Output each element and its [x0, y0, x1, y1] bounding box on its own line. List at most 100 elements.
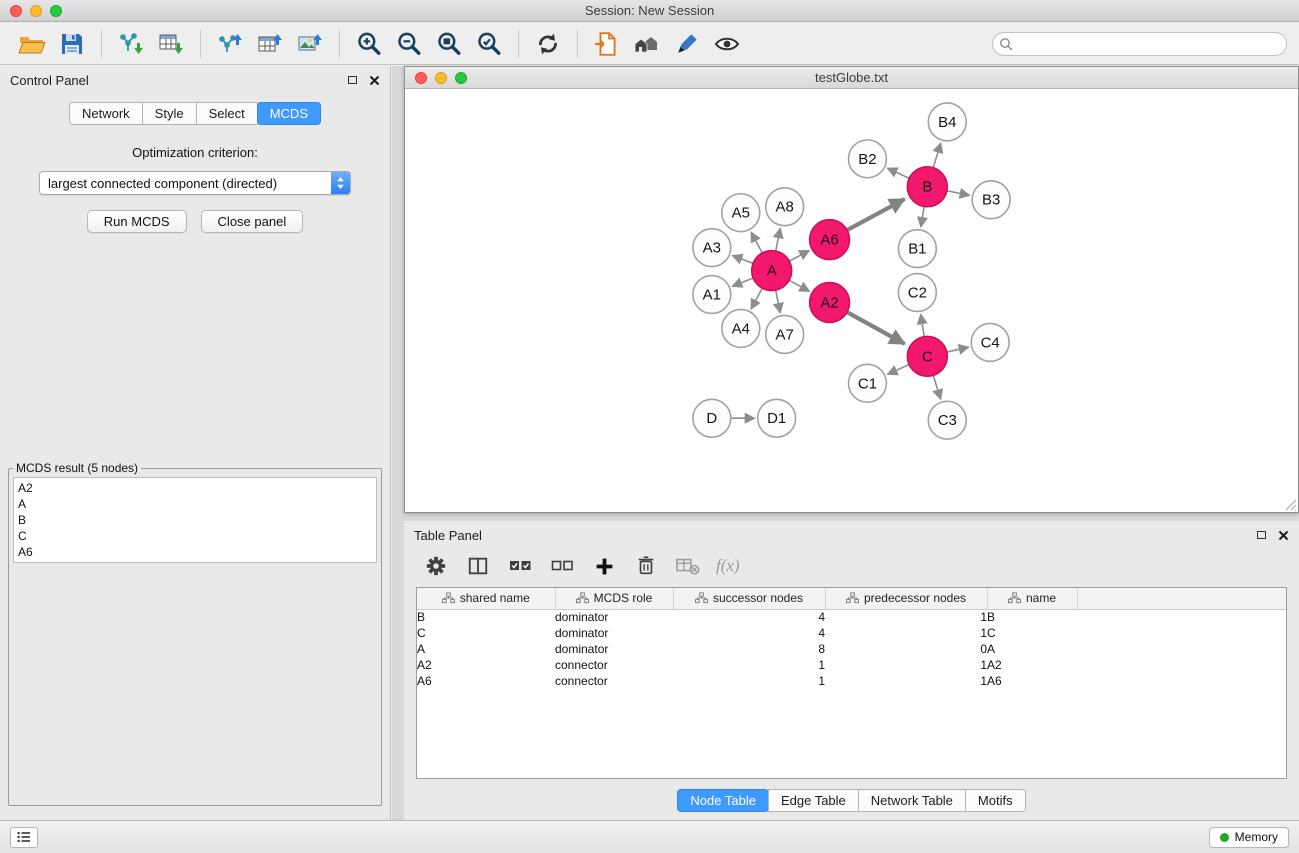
float-table-panel-icon[interactable] — [1257, 531, 1266, 539]
run-mcds-button[interactable]: Run MCDS — [87, 210, 187, 233]
resize-grip[interactable] — [1283, 497, 1297, 511]
graph-edge-C-C4[interactable] — [947, 347, 969, 352]
select-all-columns-button[interactable] — [506, 552, 534, 580]
graph-node-C4[interactable]: C4 — [971, 323, 1009, 361]
table-cell[interactable]: A2 — [987, 657, 1077, 673]
graph-edge-C-C3[interactable] — [933, 375, 940, 399]
column-header[interactable]: MCDS role — [555, 588, 673, 609]
column-header[interactable]: name — [987, 588, 1077, 609]
column-header[interactable]: predecessor nodes — [825, 588, 987, 609]
import-table-button[interactable] — [151, 26, 191, 62]
graph-node-A4[interactable]: A4 — [722, 309, 760, 347]
table-cell[interactable]: A — [417, 641, 555, 657]
graph-edge-C-C2[interactable] — [921, 314, 925, 336]
graph-node-A8[interactable]: A8 — [766, 188, 804, 226]
graph-edge-A6-B[interactable] — [847, 199, 904, 230]
table-cell[interactable]: dominator — [555, 641, 673, 657]
table-cell[interactable]: 1 — [673, 673, 825, 689]
graph-edge-B-B2[interactable] — [887, 168, 909, 178]
network-canvas[interactable]: B4B2BB3A8A5A6B1A3AC2A1A2A4A7C4CC1C3DD1 — [405, 89, 1298, 512]
table-cell[interactable]: B — [417, 609, 555, 625]
column-header[interactable]: shared name — [417, 588, 555, 609]
graph-edge-C-C1[interactable] — [887, 365, 909, 375]
result-item[interactable]: C — [18, 528, 372, 544]
show-columns-button[interactable] — [464, 552, 492, 580]
zoom-out-button[interactable] — [389, 26, 429, 62]
criterion-dropdown[interactable]: largest connected component (directed) — [39, 171, 351, 195]
network-window-titlebar[interactable]: testGlobe.txt — [405, 67, 1298, 89]
table-cell[interactable]: A — [987, 641, 1077, 657]
table-settings-button[interactable] — [422, 552, 450, 580]
table-cell[interactable]: dominator — [555, 609, 673, 625]
tab-select[interactable]: Select — [196, 102, 258, 125]
graph-node-A2[interactable]: A2 — [810, 283, 850, 323]
show-panels-button[interactable] — [10, 827, 38, 848]
graph-edge-A-A8[interactable] — [776, 228, 781, 251]
node-table[interactable]: shared nameMCDS rolesuccessor nodesprede… — [416, 587, 1287, 779]
deselect-all-columns-button[interactable] — [548, 552, 576, 580]
memory-button[interactable]: Memory — [1209, 827, 1289, 848]
graph-node-B1[interactable]: B1 — [898, 230, 936, 268]
result-item[interactable]: A6 — [18, 544, 372, 560]
table-cell[interactable]: 4 — [673, 625, 825, 641]
table-row[interactable]: Cdominator41C — [417, 625, 1286, 641]
tab-network[interactable]: Network — [69, 102, 143, 125]
graph-edge-A-A7[interactable] — [776, 290, 781, 313]
float-panel-icon[interactable] — [348, 76, 357, 84]
table-cell[interactable]: connector — [555, 673, 673, 689]
graph-node-D1[interactable]: D1 — [758, 399, 796, 437]
graph-node-B2[interactable]: B2 — [849, 140, 887, 178]
table-cell[interactable]: 4 — [673, 609, 825, 625]
table-row[interactable]: Bdominator41B — [417, 609, 1286, 625]
graph-node-A3[interactable]: A3 — [693, 229, 731, 267]
mcds-result-list[interactable]: A2ABCA6 — [13, 477, 377, 563]
table-cell[interactable]: dominator — [555, 625, 673, 641]
table-cell[interactable]: 1 — [825, 609, 987, 625]
table-cell[interactable]: 1 — [673, 657, 825, 673]
table-cell[interactable]: 0 — [825, 641, 987, 657]
table-cell[interactable]: A6 — [417, 673, 555, 689]
graph-edge-A-A2[interactable] — [789, 280, 809, 291]
table-cell[interactable]: 1 — [825, 657, 987, 673]
graph-node-A5[interactable]: A5 — [722, 194, 760, 232]
graph-node-C3[interactable]: C3 — [928, 401, 966, 439]
graph-node-C2[interactable]: C2 — [898, 274, 936, 312]
graph-node-A1[interactable]: A1 — [693, 276, 731, 314]
export-table-button[interactable] — [250, 26, 290, 62]
graph-node-B[interactable]: B — [907, 167, 947, 207]
eye-button[interactable] — [707, 26, 747, 62]
close-table-panel-icon[interactable] — [1278, 530, 1289, 541]
import-network-button[interactable] — [111, 26, 151, 62]
table-cell[interactable]: 8 — [673, 641, 825, 657]
graph-edge-B-B3[interactable] — [947, 191, 970, 196]
graph-edge-A-A4[interactable] — [751, 288, 762, 309]
function-builder-button[interactable]: f(x) — [716, 556, 740, 576]
zoom-fit-button[interactable] — [429, 26, 469, 62]
graph-edge-A-A5[interactable] — [751, 232, 762, 253]
search-input[interactable] — [992, 32, 1287, 56]
open-session-button[interactable] — [12, 26, 52, 62]
table-cell[interactable]: 1 — [825, 625, 987, 641]
close-panel-button[interactable]: Close panel — [201, 210, 304, 233]
graph-node-D[interactable]: D — [693, 399, 731, 437]
graph-edge-A2-C[interactable] — [847, 312, 905, 344]
table-row[interactable]: Adominator80A — [417, 641, 1286, 657]
window-titlebar[interactable]: Session: New Session — [0, 0, 1299, 22]
table-row[interactable]: A2connector11A2 — [417, 657, 1286, 673]
graph-node-A7[interactable]: A7 — [766, 315, 804, 353]
graph-node-C[interactable]: C — [907, 336, 947, 376]
create-column-button[interactable] — [590, 552, 618, 580]
tab-mcds[interactable]: MCDS — [257, 102, 321, 125]
zoom-in-button[interactable] — [349, 26, 389, 62]
export-image-button[interactable] — [290, 26, 330, 62]
graph-edge-B-B4[interactable] — [933, 143, 941, 168]
result-item[interactable]: B — [18, 512, 372, 528]
marker-button[interactable] — [667, 26, 707, 62]
graph-node-A[interactable]: A — [752, 251, 792, 291]
tab-edge-table[interactable]: Edge Table — [768, 789, 859, 812]
save-session-button[interactable] — [52, 26, 92, 62]
result-item[interactable]: A2 — [18, 480, 372, 496]
table-cell[interactable]: A2 — [417, 657, 555, 673]
tab-motifs[interactable]: Motifs — [965, 789, 1026, 812]
graph-edge-A-A6[interactable] — [789, 250, 809, 261]
